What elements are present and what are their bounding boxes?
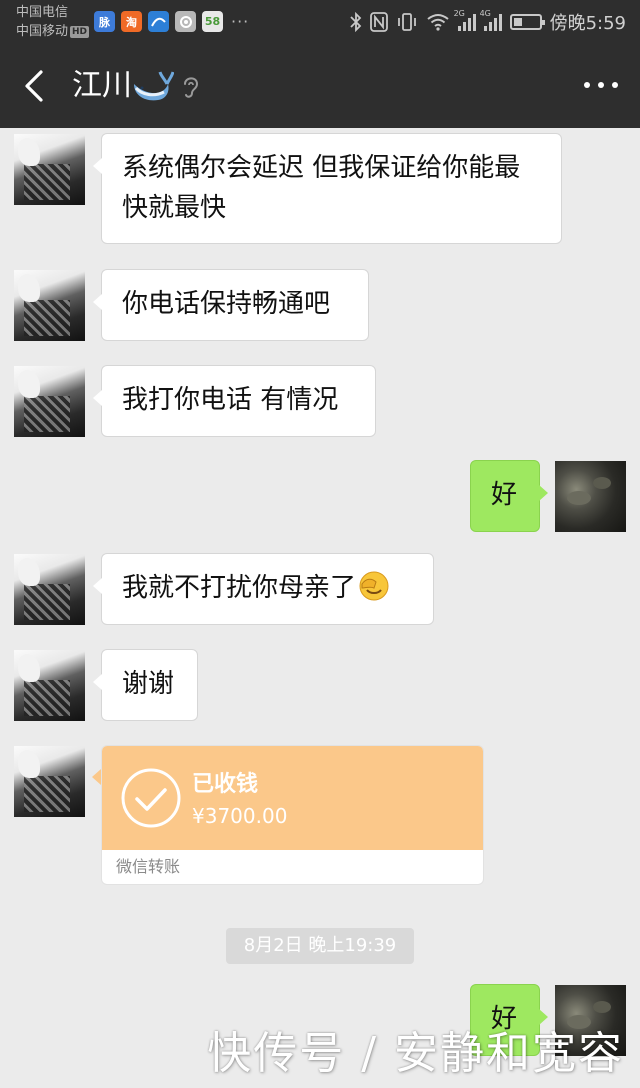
transfer-card[interactable]: 已收钱 ¥3700.00 微信转账 [101, 745, 484, 885]
transfer-amount: ¥3700.00 [192, 804, 288, 828]
message-bubble[interactable]: 系统偶尔会延迟 但我保证给你能最快就最快 [93, 133, 562, 244]
58-icon: 58 [202, 11, 223, 32]
chat-header: 江川 [0, 44, 640, 128]
my-avatar[interactable] [555, 461, 626, 532]
facepalm-emoji-icon [359, 571, 389, 601]
message-text: 谢谢 [122, 669, 175, 699]
contact-avatar[interactable] [14, 554, 85, 625]
hd-badge: HD [70, 25, 90, 38]
message-text: 好 [491, 480, 518, 510]
message-bubble[interactable]: 你电话保持畅通吧 [93, 269, 369, 341]
system-icons: 2G 4G 傍晚5:59 [349, 9, 626, 35]
status-time: 傍晚5:59 [549, 13, 626, 34]
message-bubble[interactable]: 我打你电话 有情况 [93, 365, 376, 437]
more-options-icon[interactable] [584, 82, 618, 88]
message-bubble[interactable]: 谢谢 [93, 649, 198, 721]
contact-avatar[interactable] [14, 270, 85, 341]
back-arrow-icon[interactable] [20, 68, 50, 104]
taobao-icon: 淘 [121, 11, 142, 32]
nfc-icon [369, 12, 388, 32]
ear-mode-icon [184, 77, 199, 98]
maimai-icon: 脉 [94, 11, 115, 32]
notification-icons: 脉 淘 58 ··· [94, 11, 249, 32]
battery-icon [509, 14, 545, 30]
message-text: 我打你电话 有情况 [122, 385, 339, 415]
message-bubble[interactable]: 我就不打扰你母亲了 [93, 553, 434, 625]
contact-name[interactable]: 江川 [72, 66, 132, 106]
more-notifications-icon: ··· [231, 12, 250, 31]
qiantu-icon [175, 11, 196, 32]
signal-1-icon: 2G [454, 9, 476, 31]
wifi-icon [426, 14, 449, 31]
message-text: 系统偶尔会延迟 但我保证给你能最快就最快 [122, 153, 521, 223]
contact-avatar[interactable] [14, 746, 85, 817]
whale-emoji-icon [134, 71, 174, 101]
status-bar: 中国电信 中国移动 HD 脉 淘 58 ··· 2G 4G 傍晚5:59 [0, 0, 640, 44]
transfer-status: 已收钱 [192, 772, 259, 797]
contact-avatar[interactable] [14, 366, 85, 437]
watermark-text: 快传号 / 安静和宽容 [207, 1028, 624, 1079]
contact-avatar[interactable] [14, 134, 85, 205]
timestamp-badge: 8月2日 晚上19:39 [226, 928, 414, 964]
check-circle-icon [121, 768, 181, 828]
carrier-info: 中国电信 中国移动 HD [16, 3, 90, 41]
vibrate-icon [397, 13, 416, 31]
bluetooth-icon [349, 12, 361, 32]
carrier-1: 中国电信 [16, 5, 69, 20]
zhifubao-icon [148, 11, 169, 32]
my-message-bubble[interactable]: 好 [470, 460, 548, 532]
contact-avatar[interactable] [14, 650, 85, 721]
carrier-2: 中国移动 [16, 24, 69, 39]
transfer-footer: 微信转账 [116, 857, 181, 876]
transfer-tail [92, 769, 101, 785]
message-text: 你电话保持畅通吧 [122, 289, 331, 319]
message-text: 我就不打扰你母亲了 [122, 573, 357, 603]
signal-2-icon: 4G [480, 9, 502, 31]
